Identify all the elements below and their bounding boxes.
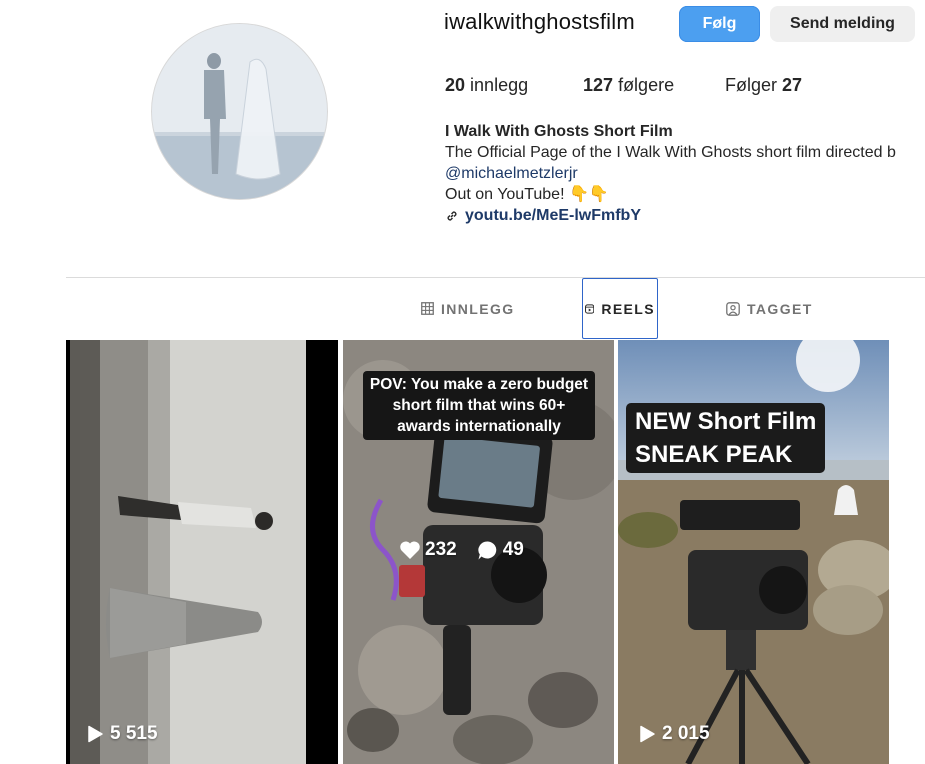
reel-engagement: 232 49 (399, 539, 524, 561)
reel-caption: NEW Short Film SNEAK PEAK (626, 403, 826, 473)
followers-label: følgere (618, 75, 675, 95)
reels-icon (585, 303, 595, 314)
tab-posts[interactable]: INNLEGG (421, 278, 515, 339)
tagged-icon (726, 301, 740, 316)
profile-avatar[interactable] (151, 23, 328, 200)
tab-tagged-label: TAGGET (747, 300, 813, 317)
reel-image (66, 340, 338, 764)
tab-posts-label: INNLEGG (441, 300, 515, 317)
reel-thumbnail[interactable]: POV: You make a zero budget short film t… (343, 340, 614, 764)
following-count: 27 (782, 75, 803, 95)
heart-icon (400, 541, 420, 559)
following-label: Følger (725, 75, 778, 95)
reel-caption-wrapper: POV: You make a zero budget short film t… (358, 350, 600, 440)
bio-description: The Official Page of the I Walk With Gho… (445, 144, 896, 161)
following-stat[interactable]: Følger 27 (725, 75, 802, 96)
reel-thumbnail[interactable]: NEW Short Film SNEAK PEAK 2 015 (618, 340, 889, 764)
bio-mention-link[interactable]: @michaelmetzlerjr (445, 163, 925, 184)
profile-bio: I Walk With Ghosts Short Film The Offici… (445, 121, 925, 226)
send-message-button[interactable]: Send melding (770, 6, 915, 42)
grid-icon (421, 302, 434, 315)
reel-views: 5 515 (86, 723, 158, 745)
link-icon (447, 210, 457, 221)
avatar-image (152, 24, 327, 199)
play-icon (640, 725, 655, 743)
followers-count: 127 (583, 75, 614, 95)
tab-reels[interactable]: REELS (582, 278, 658, 339)
reel-caption: POV: You make a zero budget short film t… (362, 371, 596, 440)
reel-comments: 49 (477, 539, 524, 561)
play-icon (88, 725, 103, 743)
reel-thumbnail[interactable]: 5 515 (66, 340, 338, 764)
bio-youtube-line: Out on YouTube! 👇👇 (445, 186, 609, 203)
follow-button[interactable]: Følg (679, 6, 760, 42)
bio-external-link[interactable]: youtu.be/MeE-lwFmfbY (445, 205, 925, 226)
tab-tagged[interactable]: TAGGET (726, 278, 813, 339)
followers-stat[interactable]: 127 følgere (583, 75, 674, 96)
posts-label: innlegg (470, 75, 529, 95)
reel-likes: 232 (399, 539, 457, 561)
comment-icon (478, 540, 496, 559)
bio-name: I Walk With Ghosts Short Film (445, 123, 673, 140)
reel-views-count: 2 015 (662, 723, 710, 744)
posts-count: 20 (445, 75, 466, 95)
reel-likes-count: 232 (425, 539, 457, 560)
tab-reels-label: REELS (601, 300, 655, 317)
profile-username: iwalkwithghostsfilm (444, 9, 635, 34)
reel-views-count: 5 515 (110, 723, 158, 744)
posts-count-stat: 20 innlegg (445, 75, 528, 96)
bio-link-text: youtu.be/MeE-lwFmfbY (465, 207, 641, 224)
reel-comments-count: 49 (502, 539, 524, 560)
reel-views: 2 015 (638, 723, 710, 745)
